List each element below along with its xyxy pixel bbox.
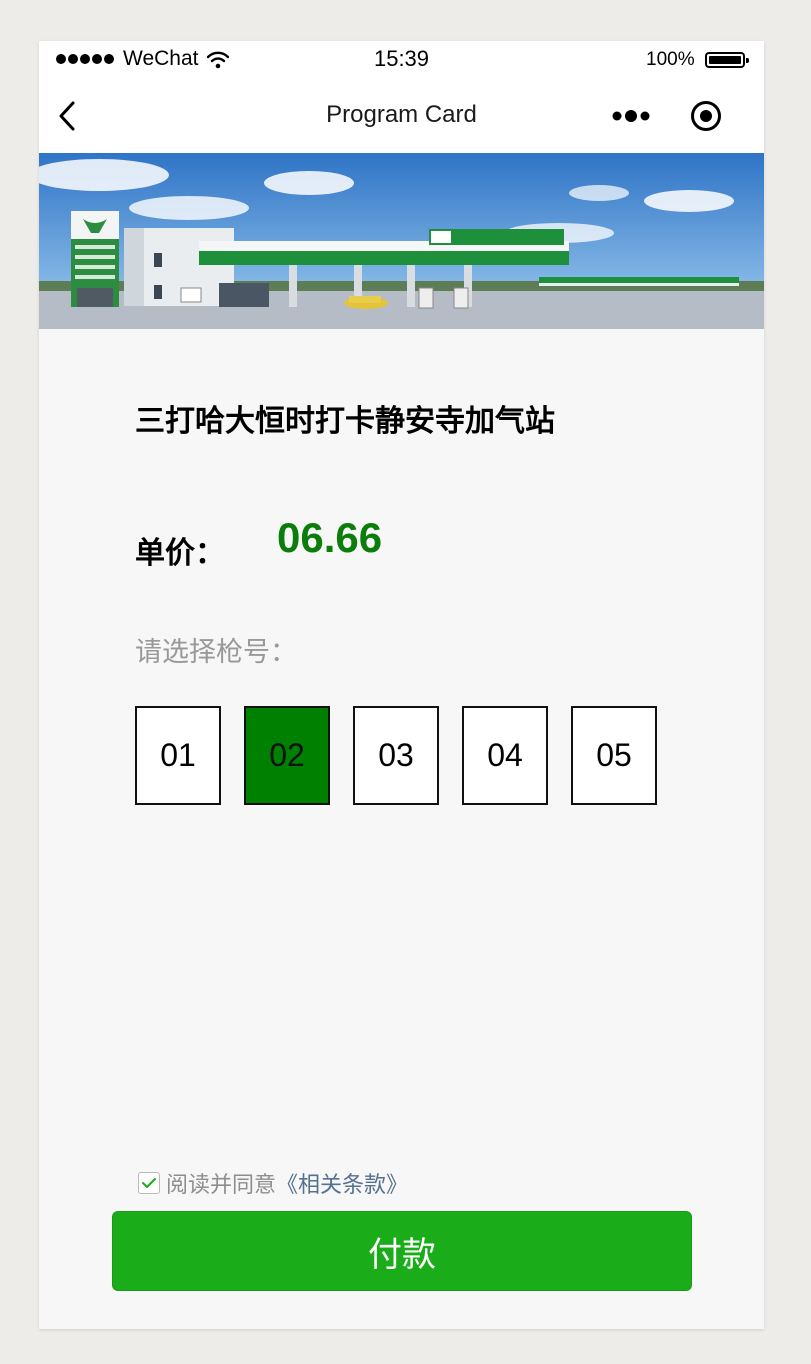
nozzle-select-label: 请选择枪号： [135, 637, 297, 668]
agreement-row: 阅读并同意 《相关条款》 [138, 1167, 408, 1199]
nozzle-option-02[interactable]: 02 [244, 706, 330, 805]
battery-icon [705, 52, 749, 68]
battery-percentage: 100% [646, 49, 695, 70]
agreement-checkbox-icon[interactable] [138, 1172, 160, 1194]
agreement-text: 阅读并同意 [166, 1173, 277, 1198]
status-bar: WeChat 15:39 100% [39, 41, 764, 79]
terms-link[interactable]: 《相关条款》 [276, 1167, 408, 1199]
navigation-bar: Program Card [39, 79, 764, 153]
nozzle-option-03[interactable]: 03 [353, 706, 439, 805]
phone-screen: WeChat 15:39 100% Program Card 三打哈大恒时打卡静… [39, 41, 764, 1329]
nozzle-option-01[interactable]: 01 [135, 706, 221, 805]
station-name: 三打哈大恒时打卡静安寺加气站 [135, 404, 555, 439]
close-miniprogram-icon[interactable] [689, 99, 723, 133]
nozzle-option-05[interactable]: 05 [571, 706, 657, 805]
page-title: Program Card [326, 101, 477, 128]
nozzle-option-04[interactable]: 04 [462, 706, 548, 805]
price-value: 06.66 [277, 514, 383, 561]
more-options-icon[interactable] [609, 105, 655, 127]
price-label: 单价： [135, 536, 225, 571]
pay-button[interactable]: 付款 [112, 1211, 692, 1291]
gas-station-banner-image [39, 153, 764, 329]
